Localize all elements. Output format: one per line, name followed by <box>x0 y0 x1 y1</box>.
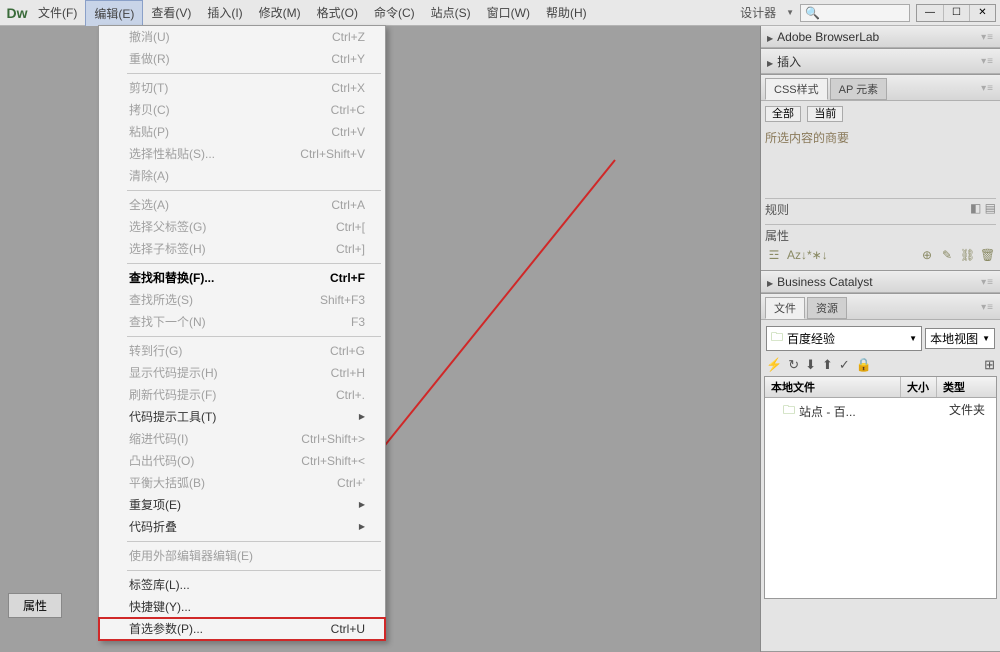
menu-item[interactable]: 重复项(E) <box>99 494 385 516</box>
checkin-icon[interactable]: 🔒 <box>856 357 872 373</box>
right-panel-dock: ▶Adobe BrowserLab▾≡ ▶插入▾≡ CSS样式 AP 元素 ▾≡… <box>760 26 1000 652</box>
maximize-button[interactable]: ☐ <box>943 5 969 21</box>
search-icon: 🔍 <box>805 6 820 20</box>
sort-icon[interactable]: ☲ <box>767 248 781 262</box>
refresh-icon[interactable]: ↻ <box>788 357 799 373</box>
menu-file[interactable]: 文件(F) <box>30 0 85 25</box>
panel-title[interactable]: 插入 <box>777 55 801 69</box>
panel-css: CSS样式 AP 元素 ▾≡ 全部 当前 所选内容的商要 规则 ◧ ▤ 属性 ☲… <box>761 75 1000 271</box>
menu-item[interactable]: 显示代码提示(H)Ctrl+H <box>99 362 385 384</box>
menu-item[interactable]: 查找下一个(N)F3 <box>99 311 385 333</box>
file-table: 本地文件 大小 类型 🗀站点 - 百... 文件夹 <box>764 376 997 599</box>
folder-icon: 🗀 <box>783 401 795 422</box>
checkout-icon[interactable]: ✓ <box>839 357 850 373</box>
menu-edit[interactable]: 编辑(E) <box>85 0 143 26</box>
minimize-button[interactable]: — <box>917 5 943 21</box>
menu-item[interactable]: 清除(A) <box>99 165 385 187</box>
menubar: Dw 文件(F) 编辑(E) 查看(V) 插入(I) 修改(M) 格式(O) 命… <box>0 0 1000 26</box>
panel-business-catalyst: ▶Business Catalyst▾≡ <box>761 271 1000 294</box>
chevron-down-icon: ▼ <box>786 8 794 17</box>
menu-modify[interactable]: 修改(M) <box>251 0 309 25</box>
app-logo: Dw <box>4 0 30 26</box>
menu-item[interactable]: 粘贴(P)Ctrl+V <box>99 121 385 143</box>
css-toolbar: ☲ Aᴢ↓ *∗↓ ⊕ ✎ ⛓ 🗑 <box>765 244 996 266</box>
workspace-switcher[interactable]: 设计器 <box>736 4 780 21</box>
properties-tab[interactable]: 属性 <box>8 593 62 618</box>
css-summary-text: 所选内容的商要 <box>765 125 996 150</box>
panel-menu-icon[interactable]: ▾≡ <box>981 83 994 94</box>
expand-icon[interactable]: ⊞ <box>984 357 995 373</box>
css-current-button[interactable]: 当前 <box>807 106 843 122</box>
props-label: 属性 <box>765 229 789 243</box>
trash-icon[interactable]: 🗑 <box>980 248 994 262</box>
panel-files: 文件 资源 ▾≡ 🗀 百度经验 ▼ 本地视图 ▼ ⚡ ↻ ⬇ <box>761 294 1000 652</box>
menu-item[interactable]: 拷贝(C)Ctrl+C <box>99 99 385 121</box>
window-controls: — ☐ ✕ <box>916 4 996 22</box>
panel-browserlab: ▶Adobe BrowserLab▾≡ <box>761 26 1000 49</box>
menu-item[interactable]: 选择父标签(G)Ctrl+[ <box>99 216 385 238</box>
css-all-button[interactable]: 全部 <box>765 106 801 122</box>
menu-item[interactable]: 平衡大括弧(B)Ctrl+' <box>99 472 385 494</box>
files-toolbar-icons: ⚡ ↻ ⬇ ⬆ ✓ 🔒 ⊞ <box>764 354 997 376</box>
new-rule-icon[interactable]: ✎ <box>940 248 954 262</box>
menu-item[interactable]: 缩进代码(I)Ctrl+Shift+> <box>99 428 385 450</box>
col-size[interactable]: 大小 <box>901 377 937 397</box>
tab-assets[interactable]: 资源 <box>807 297 847 319</box>
cascade-icon[interactable]: *∗↓ <box>807 248 821 262</box>
tab-files[interactable]: 文件 <box>765 297 805 319</box>
menu-item[interactable]: 剪切(T)Ctrl+X <box>99 77 385 99</box>
panel-menu-icon[interactable]: ▾≡ <box>981 277 994 288</box>
link-icon[interactable]: ⛓ <box>960 248 974 262</box>
rules-icon[interactable]: ◧ ▤ <box>970 201 996 218</box>
menu-item[interactable]: 标签库(L)... <box>99 574 385 596</box>
menu-site[interactable]: 站点(S) <box>423 0 479 25</box>
folder-icon: 🗀 <box>771 328 783 349</box>
view-selector[interactable]: 本地视图 ▼ <box>925 328 995 349</box>
menu-item[interactable]: 转到行(G)Ctrl+G <box>99 340 385 362</box>
panel-insert: ▶插入▾≡ <box>761 49 1000 75</box>
menu-item[interactable]: 全选(A)Ctrl+A <box>99 194 385 216</box>
menu-item[interactable]: 刷新代码提示(F)Ctrl+. <box>99 384 385 406</box>
site-selector[interactable]: 🗀 百度经验 ▼ <box>766 326 922 351</box>
panel-title[interactable]: Adobe BrowserLab <box>777 30 879 44</box>
panel-menu-icon[interactable]: ▾≡ <box>981 32 994 43</box>
menu-format[interactable]: 格式(O) <box>309 0 366 25</box>
menu-item[interactable]: 查找和替换(F)...Ctrl+F <box>99 267 385 289</box>
tab-css-styles[interactable]: CSS样式 <box>765 78 828 100</box>
menu-help[interactable]: 帮助(H) <box>538 0 595 25</box>
col-localfile[interactable]: 本地文件 <box>765 377 901 397</box>
tab-ap-elements[interactable]: AP 元素 <box>830 78 888 100</box>
close-button[interactable]: ✕ <box>969 5 995 21</box>
menu-item[interactable]: 使用外部编辑器编辑(E) <box>99 545 385 567</box>
panel-menu-icon[interactable]: ▾≡ <box>981 56 994 67</box>
menu-item[interactable]: 首选参数(P)...Ctrl+U <box>99 618 385 640</box>
menu-item[interactable]: 重做(R)Ctrl+Y <box>99 48 385 70</box>
put-icon[interactable]: ⬆ <box>822 357 833 373</box>
search-input[interactable]: 🔍 <box>800 4 910 22</box>
menu-item[interactable]: 选择性粘贴(S)...Ctrl+Shift+V <box>99 143 385 165</box>
col-type[interactable]: 类型 <box>937 377 996 397</box>
menu-item[interactable]: 查找所选(S)Shift+F3 <box>99 289 385 311</box>
edit-menu-dropdown: 撤消(U)Ctrl+Z重做(R)Ctrl+Y 剪切(T)Ctrl+X拷贝(C)Ct… <box>98 25 386 641</box>
menu-item[interactable]: 代码折叠 <box>99 516 385 538</box>
attach-icon[interactable]: ⊕ <box>920 248 934 262</box>
menu-commands[interactable]: 命令(C) <box>366 0 423 25</box>
menu-insert[interactable]: 插入(I) <box>199 0 250 25</box>
menu-item[interactable]: 选择子标签(H)Ctrl+] <box>99 238 385 260</box>
menu-view[interactable]: 查看(V) <box>143 0 199 25</box>
get-icon[interactable]: ⬇ <box>805 357 816 373</box>
connect-icon[interactable]: ⚡ <box>766 357 782 373</box>
rules-label: 规则 <box>765 201 789 218</box>
panel-menu-icon[interactable]: ▾≡ <box>981 302 994 313</box>
menu-item[interactable]: 撤消(U)Ctrl+Z <box>99 26 385 48</box>
menu-item[interactable]: 快捷键(Y)... <box>99 596 385 618</box>
file-row[interactable]: 🗀站点 - 百... 文件夹 <box>765 398 996 425</box>
menu-item[interactable]: 凸出代码(O)Ctrl+Shift+< <box>99 450 385 472</box>
az-icon[interactable]: Aᴢ↓ <box>787 248 801 262</box>
menu-window[interactable]: 窗口(W) <box>479 0 538 25</box>
panel-title[interactable]: Business Catalyst <box>777 275 872 289</box>
menu-item[interactable]: 代码提示工具(T) <box>99 406 385 428</box>
